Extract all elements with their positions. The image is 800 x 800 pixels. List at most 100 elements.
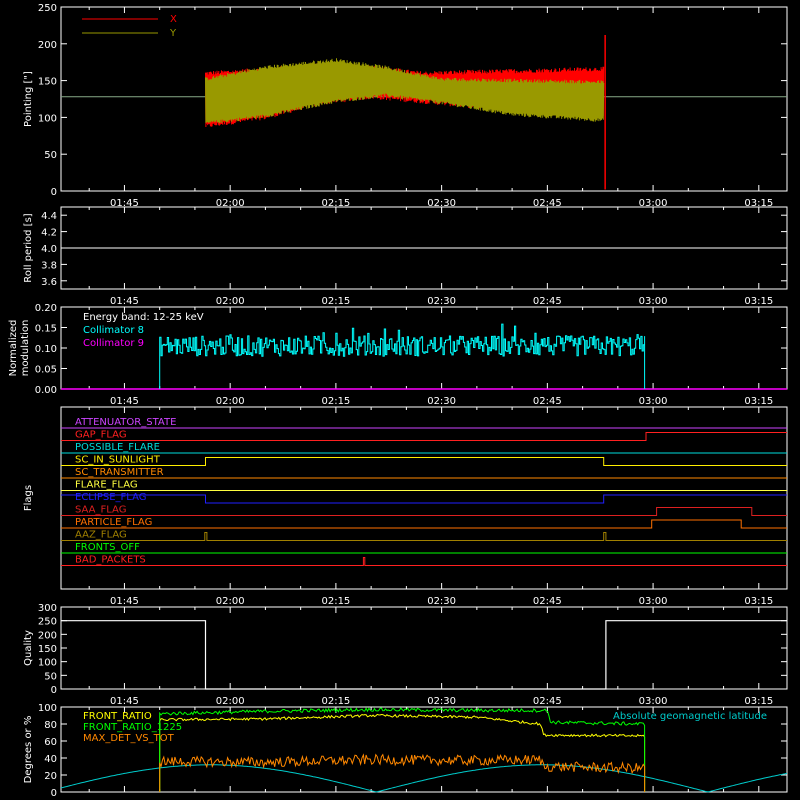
- roll-period-y-label: Roll period [s]: [23, 213, 34, 282]
- y-tick-label: 100: [38, 113, 57, 124]
- legend-y-label: Y: [169, 28, 177, 39]
- rhessi-quicklook-chart: 01:45 02:00 02:15 02:30 02:45 03:00 03:15 0 50 10…: [0, 0, 800, 800]
- flag-line-saa-flag: [61, 507, 787, 516]
- y-tick-label: 150: [38, 644, 57, 655]
- y-tick-label: 80: [44, 720, 57, 731]
- modulation-y-label-2: modulation: [20, 320, 31, 377]
- geomagnetic-latitude-line: [60, 764, 788, 793]
- legend-front-ratio-1225: FRONT_RATIO_1225: [83, 722, 182, 733]
- flag-label: PARTICLE_FLAG: [75, 517, 152, 528]
- y-tick-label: 0.10: [35, 344, 57, 355]
- flags-panel-frame: [60, 406, 788, 590]
- flag-label: BAD_PACKETS: [75, 555, 146, 566]
- flag-label: SC_TRANSMITTER: [75, 467, 164, 478]
- y-tick-label: 50: [44, 150, 57, 161]
- flag-line-eclipse-flag: [61, 494, 787, 504]
- quality-y-label: Quality: [23, 630, 34, 666]
- y-tick-label: 200: [38, 630, 57, 641]
- flag-line-bad-packets: [61, 557, 787, 566]
- x-tick-label: 02:30: [427, 596, 456, 607]
- flag-label: SAA_FLAG: [75, 505, 126, 516]
- x-tick-label: 01:45: [110, 396, 139, 407]
- legend-max-det-vs-tot: MAX_DET_VS_TOT: [83, 733, 175, 744]
- x-tick-label: 02:45: [533, 396, 562, 407]
- flag-label: FRONTS_OFF: [75, 542, 140, 553]
- flag-label: ATTENUATOR_STATE: [75, 417, 176, 428]
- x-tick-label: 02:30: [427, 296, 456, 307]
- flags-y-label: Flags: [23, 485, 34, 511]
- y-tick-label: 4.2: [41, 228, 57, 239]
- series-front-ratio-line: [159, 713, 646, 792]
- x-tick-label: 02:30: [427, 696, 456, 707]
- y-tick-label: 0: [51, 685, 57, 696]
- x-tick-label: 03:00: [639, 596, 668, 607]
- y-tick-label: 0.20: [35, 303, 57, 314]
- legend-x-label: X: [170, 14, 177, 25]
- y-tick-label: 100: [38, 658, 57, 669]
- x-tick-label: 02:45: [533, 596, 562, 607]
- y-tick-label: 20: [44, 771, 57, 782]
- y-tick-label: 4.0: [41, 244, 57, 255]
- y-tick-label: 3.8: [41, 260, 57, 271]
- flag-label: SC_IN_SUNLIGHT: [75, 455, 161, 466]
- y-tick-label: 150: [38, 77, 57, 88]
- x-tick-label: 02:45: [533, 296, 562, 307]
- flag-line-gap-flag: [61, 432, 787, 441]
- modulation-y-label: Normalized: [8, 320, 19, 377]
- y-tick-label: 40: [44, 754, 57, 765]
- series-front-ratio-1225-line: [159, 707, 646, 792]
- y-tick-label: 0: [51, 788, 57, 799]
- y-tick-label: 0.00: [35, 385, 57, 396]
- x-tick-label: 02:45: [533, 696, 562, 707]
- x-tick-label: 03:15: [744, 696, 773, 707]
- flag-label: GAP_FLAG: [75, 430, 127, 441]
- legend-collimator-8: Collimator 8: [83, 325, 144, 336]
- x-tick-label: 03:00: [639, 396, 668, 407]
- flag-line-sc-in-sunlight: [61, 457, 787, 466]
- y-tick-label: 250: [38, 617, 57, 628]
- x-tick-label: 02:30: [427, 396, 456, 407]
- y-tick-label: 300: [38, 603, 57, 614]
- x-tick-label: 02:15: [321, 696, 350, 707]
- y-tick-label: 200: [38, 40, 57, 51]
- flag-line-aaz-flag: [61, 532, 787, 541]
- collimator-8-line: [159, 323, 646, 389]
- x-tick-label: 03:15: [744, 296, 773, 307]
- x-tick-label: 01:45: [110, 696, 139, 707]
- y-tick-label: 0.05: [35, 365, 57, 376]
- y-tick-label: 0: [51, 187, 57, 198]
- x-tick-label: 03:15: [744, 596, 773, 607]
- y-tick-label: 4.4: [41, 211, 57, 222]
- latitude-y-label: Degrees or %: [23, 716, 34, 784]
- pointing-y-label: Pointing ["]: [23, 71, 34, 127]
- y-tick-label: 50: [44, 671, 57, 682]
- series-y-line: [205, 58, 605, 124]
- x-tick-label: 03:15: [744, 396, 773, 407]
- x-tick-label: 02:00: [216, 696, 245, 707]
- flag-label: AAZ_FLAG: [75, 530, 127, 541]
- y-tick-label: 3.6: [41, 277, 57, 288]
- x-tick-label: 01:45: [110, 596, 139, 607]
- legend-front-ratio: FRONT_RATIO: [83, 711, 152, 722]
- x-tick-label: 02:00: [216, 596, 245, 607]
- quality-panel-frame: [60, 606, 788, 690]
- flag-label: POSSIBLE_FLARE: [75, 442, 160, 453]
- y-tick-label: 100: [38, 703, 57, 714]
- x-tick-label: 02:00: [216, 296, 245, 307]
- x-tick-label: 02:15: [321, 296, 350, 307]
- flag-label: FLARE_FLAG: [75, 480, 138, 491]
- flag-line-particle-flag: [61, 519, 787, 529]
- x-tick-label: 03:00: [639, 296, 668, 307]
- legend-geomagnetic-latitude: Absolute geomagnetic latitude: [613, 711, 767, 722]
- x-tick-label: 01:45: [110, 296, 139, 307]
- y-tick-label: 250: [38, 3, 57, 14]
- x-tick-label: 02:00: [216, 396, 245, 407]
- energy-band-annotation: Energy band: 12-25 keV: [83, 312, 204, 323]
- series-max-det-vs-tot-line: [159, 753, 646, 792]
- x-tick-label: 02:15: [321, 596, 350, 607]
- y-tick-label: 0.15: [35, 324, 57, 335]
- chart-svg: 01:45 02:00 02:15 02:30 02:45 03:00 03:15 0 50 10…: [8, 3, 788, 799]
- y-tick-label: 60: [44, 737, 57, 748]
- x-tick-label: 02:15: [321, 396, 350, 407]
- quality-line: [61, 620, 787, 690]
